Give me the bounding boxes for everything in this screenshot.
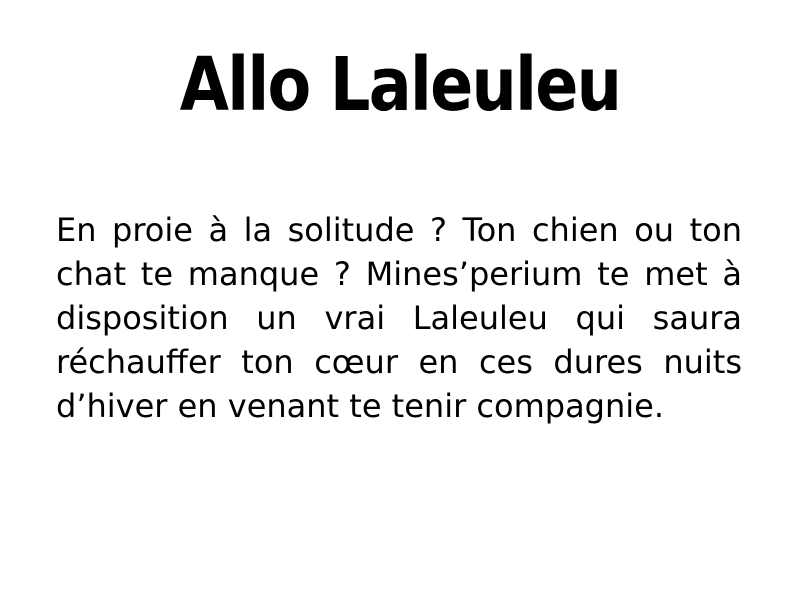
slide-title: Allo Laleuleu — [179, 42, 622, 128]
slide-body-text: En proie à la solitude ? Ton chien ou to… — [56, 211, 742, 425]
slide: Allo Laleuleu En proie à la solitude ? T… — [0, 0, 800, 600]
